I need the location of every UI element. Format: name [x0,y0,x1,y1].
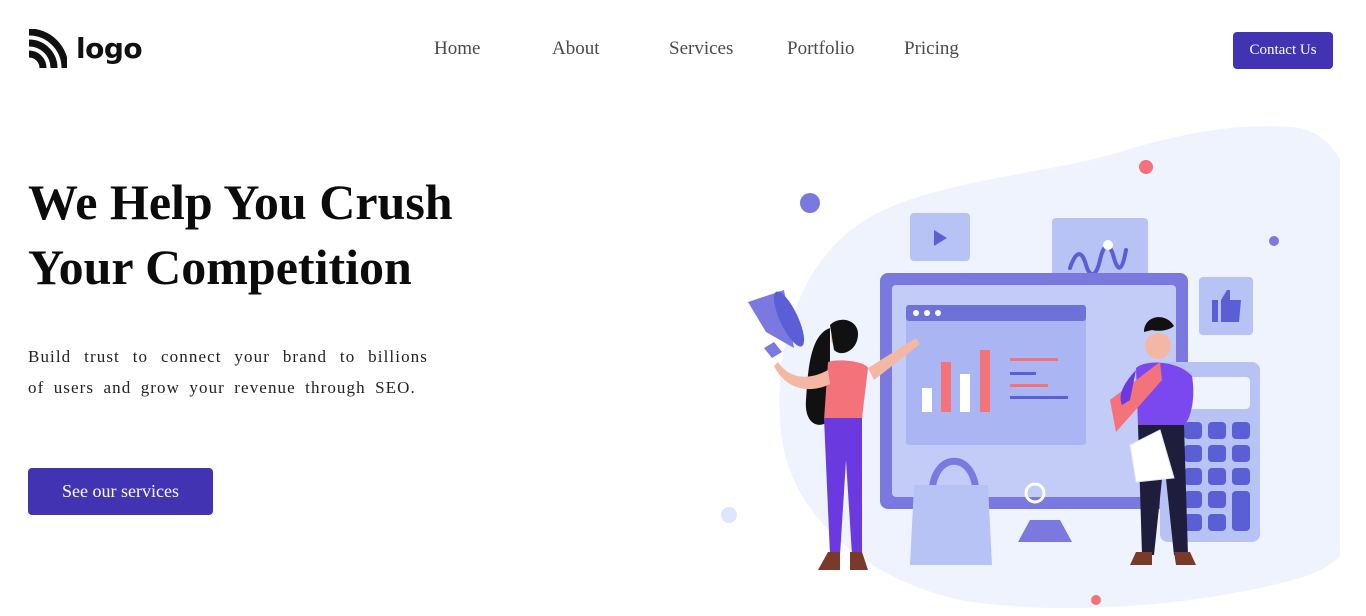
hero-description: Build trust to connect your brand to bil… [28,347,428,397]
hero-illustration [721,126,1340,609]
hero-title: We Help You Crush Your Competition [28,170,548,300]
dot-purple [800,193,820,213]
dot-coral-top [1139,160,1153,174]
see-services-button[interactable]: See our services [28,468,213,515]
nav-pricing[interactable]: Pricing [904,38,959,60]
brand-logo-icon [28,29,67,69]
logo-text: logo [76,32,143,65]
nav-portfolio[interactable]: Portfolio [787,38,855,60]
play-icon [910,213,970,261]
contact-us-button[interactable]: Contact Us [1233,32,1333,69]
dot-small-purple [1269,236,1279,246]
thumbs-up-icon [1199,277,1253,335]
dot-light [721,507,737,523]
nav-services[interactable]: Services [669,38,733,60]
dot-coral-bottom [1091,595,1101,605]
nav-about[interactable]: About [552,38,600,60]
hero-title-line-2: Your Competition [28,239,412,295]
nav-home[interactable]: Home [434,38,480,60]
hero-title-line-1: We Help You Crush [28,174,453,230]
brand-logo[interactable]: logo [27,29,143,69]
